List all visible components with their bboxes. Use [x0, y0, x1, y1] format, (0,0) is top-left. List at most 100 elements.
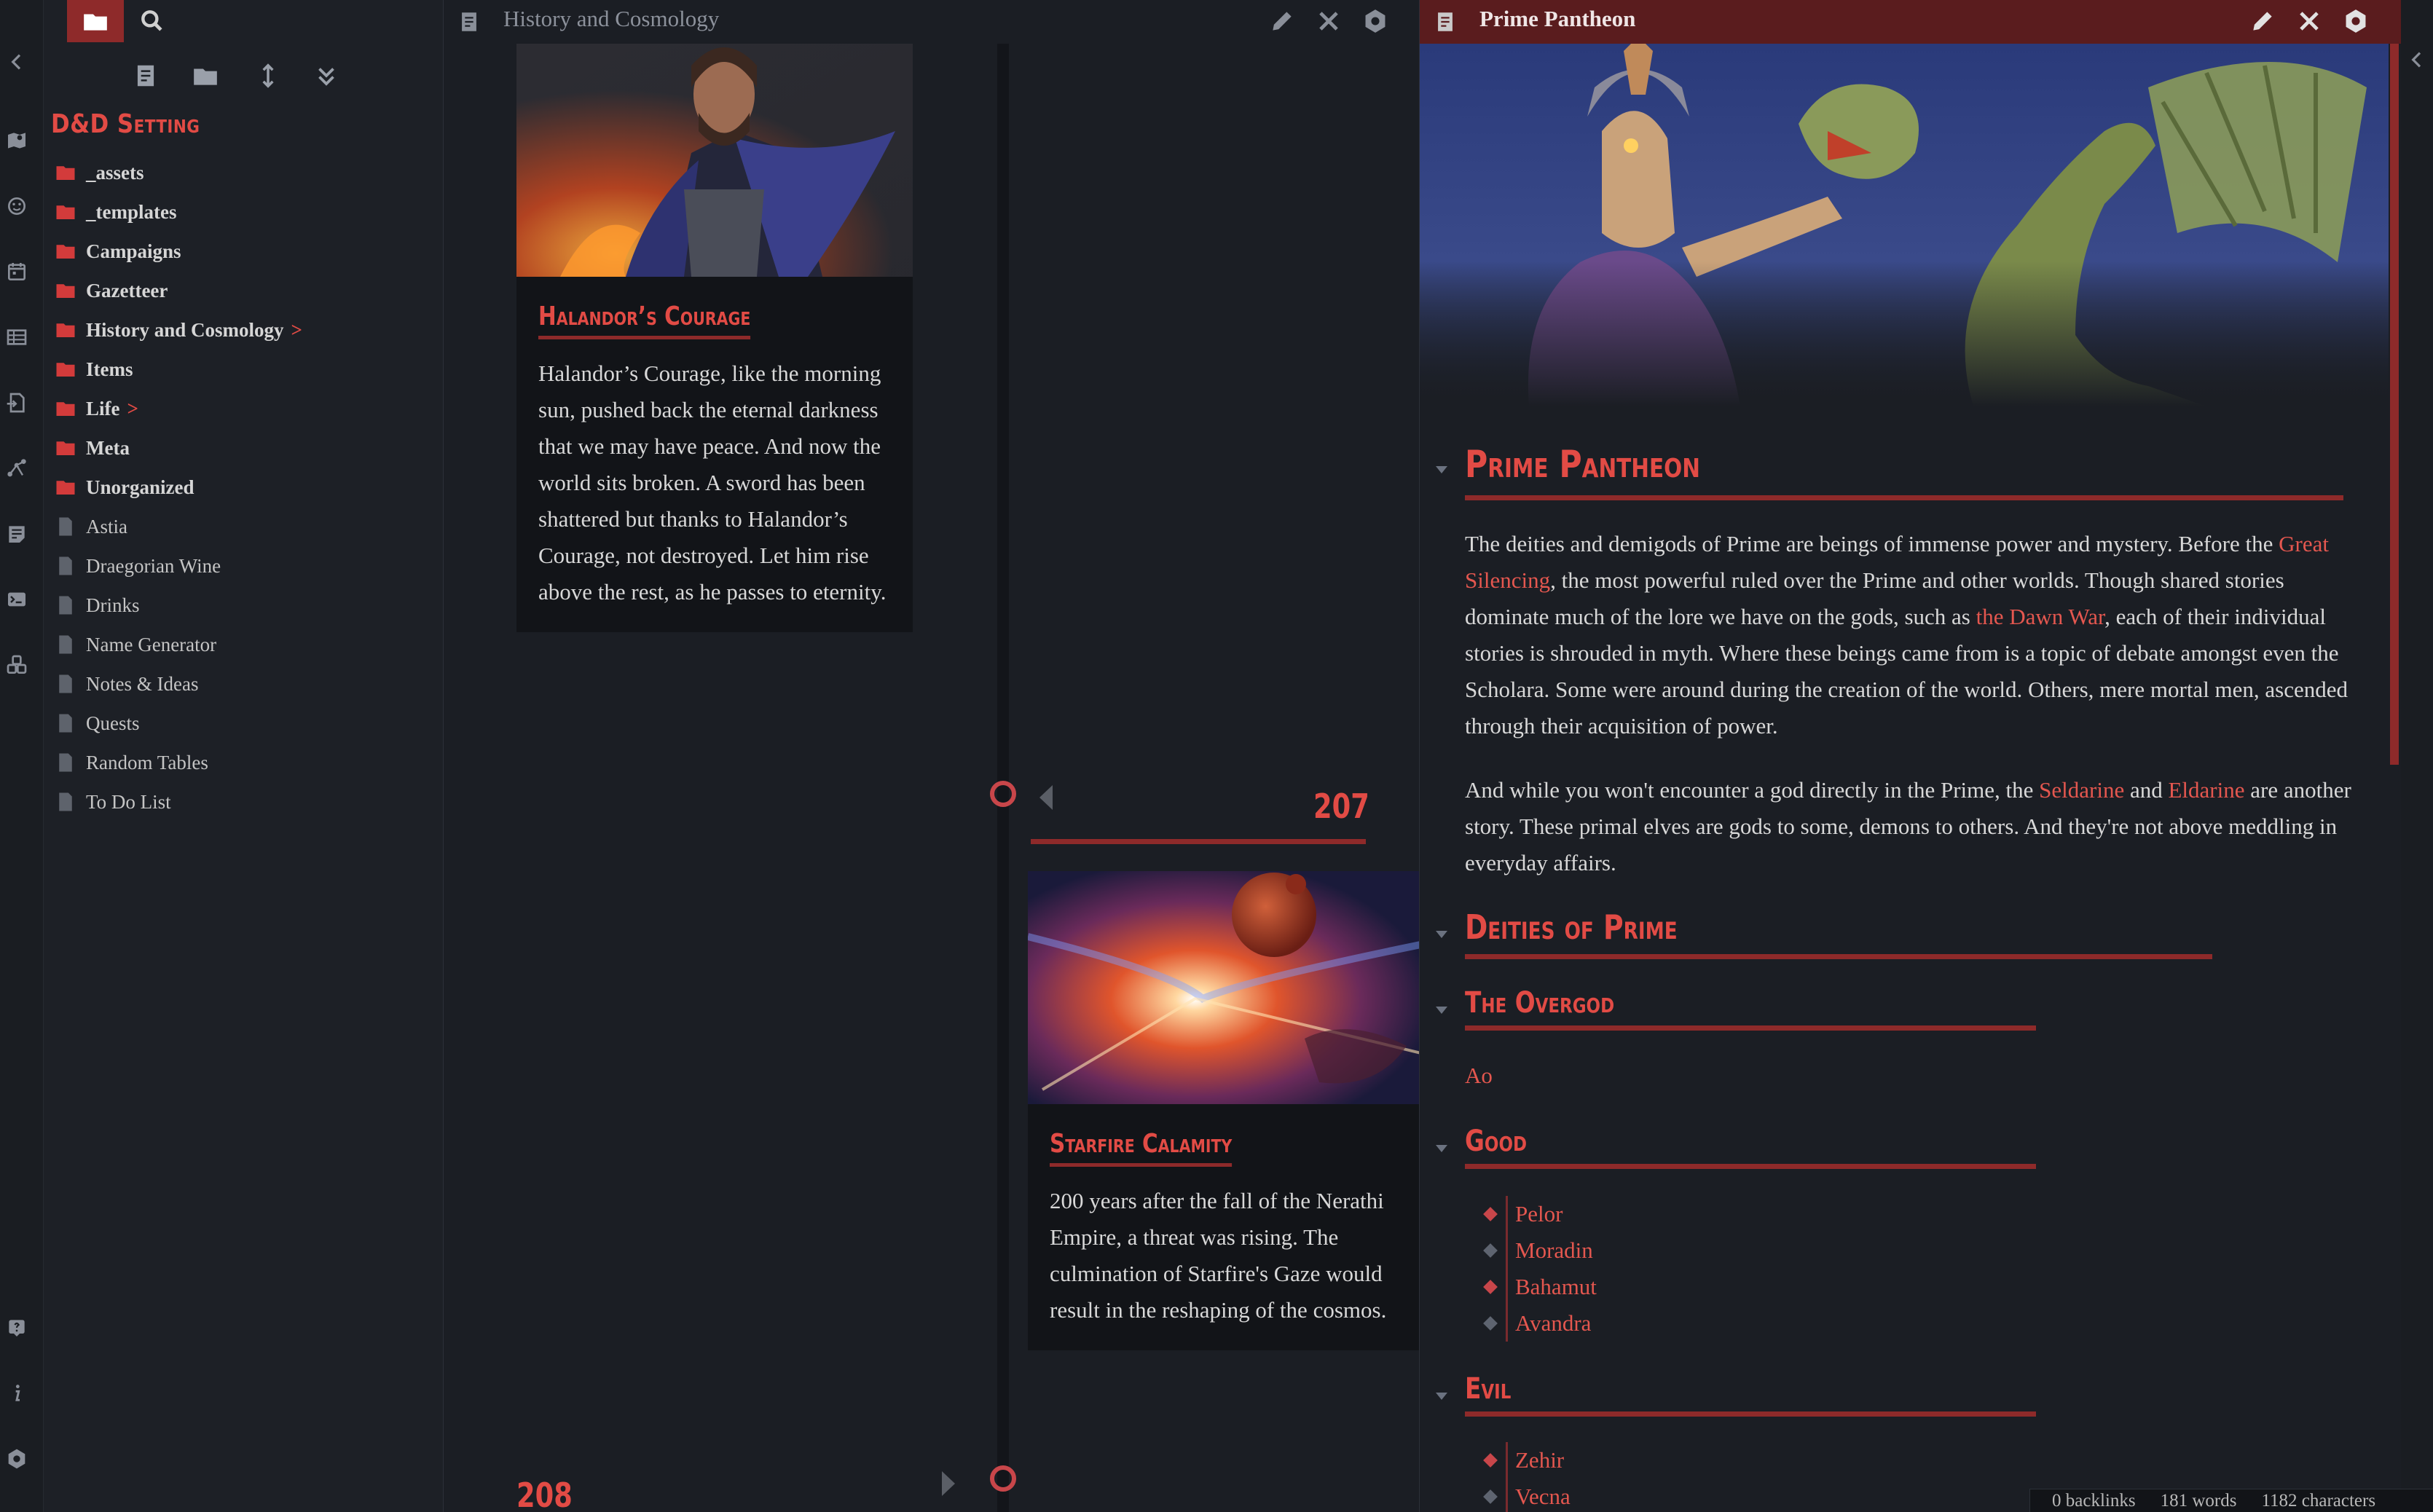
folder-icon [51, 153, 80, 192]
import-icon[interactable] [4, 390, 29, 415]
calendar-icon[interactable] [4, 259, 29, 284]
deity-link[interactable]: Moradin [1515, 1237, 1593, 1264]
fold-toggle[interactable] [1436, 1007, 1447, 1014]
link-dawn-war[interactable]: the Dawn War [1976, 604, 2104, 629]
second-paragraph: And while you won't encounter a god dire… [1465, 772, 2368, 881]
subsection-heading: The Overgod [1465, 986, 1615, 1020]
close-button[interactable] [2292, 4, 2326, 38]
tree-item-label: Notes & Ideas [86, 672, 199, 695]
list-bar [1506, 1305, 1508, 1342]
timeline-card[interactable]: Halandor’s Courage Halandor’s Courage, l… [516, 44, 913, 632]
file-icon [51, 546, 80, 586]
edit-button[interactable] [1265, 4, 1299, 38]
card-image [1028, 871, 1420, 1104]
deity-link[interactable]: Pelor [1515, 1201, 1563, 1227]
deity-link[interactable]: Zehir [1515, 1447, 1564, 1473]
tree-file[interactable]: Random Tables [51, 743, 430, 782]
terminal-icon[interactable] [4, 587, 29, 612]
backlinks-count[interactable]: 0 backlinks [2052, 1491, 2136, 1511]
list-item[interactable]: Moradin [1474, 1232, 1597, 1269]
tree-folder[interactable]: _assets [51, 153, 430, 192]
sort-button[interactable] [252, 60, 284, 92]
card-title: Halandor’s Courage [538, 302, 751, 339]
tree-item-label: Astia [86, 515, 127, 538]
file-icon [51, 586, 80, 625]
fold-toggle[interactable] [1436, 1393, 1447, 1400]
tree-folder[interactable]: Unorganized [51, 468, 430, 507]
link-seldarine[interactable]: Seldarine [2039, 777, 2124, 803]
table-icon[interactable] [4, 325, 29, 350]
tree-item-label: Quests [86, 712, 140, 734]
pane-options-button[interactable] [1359, 4, 1392, 38]
tree-file[interactable]: To Do List [51, 782, 430, 822]
timeline-marker[interactable] [990, 1465, 1016, 1492]
tree-folder[interactable]: Items [51, 350, 430, 389]
tree-file[interactable]: Draegorian Wine [51, 546, 430, 586]
heading-rule [1465, 1164, 2036, 1169]
new-note-button[interactable] [130, 60, 162, 92]
pane-options-button[interactable] [2339, 4, 2373, 38]
settings-icon[interactable] [4, 1446, 29, 1471]
help-icon[interactable] [4, 1315, 29, 1340]
caret-left-icon [1039, 785, 1053, 810]
tree-file[interactable]: Astia [51, 507, 430, 546]
scrollbar-thumb[interactable] [2390, 44, 2399, 765]
folder-icon [51, 350, 80, 389]
timeline-marker[interactable] [990, 781, 1016, 807]
files-tab[interactable] [67, 0, 124, 42]
new-folder-button[interactable] [189, 60, 221, 92]
notes-icon[interactable] [4, 521, 29, 546]
deity-link[interactable]: Vecna [1515, 1484, 1571, 1510]
tree-folder[interactable]: History and Cosmology > [51, 310, 430, 350]
fold-toggle[interactable] [1436, 466, 1447, 473]
document-icon[interactable] [457, 7, 482, 36]
heading-rule [1465, 1411, 2036, 1417]
dice-icon[interactable] [4, 194, 29, 218]
list-bar [1506, 1442, 1508, 1478]
edit-button[interactable] [2246, 4, 2279, 38]
tree-folder[interactable]: _templates [51, 192, 430, 232]
hexagon-gear-icon [2346, 9, 2366, 33]
search-tab[interactable] [124, 0, 181, 42]
deity-link[interactable]: Avandra [1515, 1310, 1591, 1336]
tree-file[interactable]: Notes & Ideas [51, 664, 430, 704]
tree-folder[interactable]: Gazetteer [51, 271, 430, 310]
tree-file[interactable]: Drinks [51, 586, 430, 625]
map-icon[interactable] [4, 128, 29, 153]
card-text: Halandor’s Courage, like the morning sun… [538, 361, 887, 605]
tree-item-label: Life [86, 397, 120, 420]
tree-folder[interactable]: Campaigns [51, 232, 430, 271]
collapse-right-icon[interactable] [2405, 48, 2429, 71]
tree-file[interactable]: Quests [51, 704, 430, 743]
list-item[interactable]: Bahamut [1474, 1269, 1597, 1305]
close-button[interactable] [1312, 4, 1345, 38]
tree-folder[interactable]: Life > [51, 389, 430, 428]
timeline-card[interactable]: Starfire Calamity 200 years after the fa… [1028, 871, 1420, 1350]
list-item[interactable]: Avandra [1474, 1305, 1597, 1342]
graph-icon[interactable] [4, 456, 29, 481]
card-text: 200 years after the fall of the Nerathi … [1050, 1188, 1387, 1323]
expand-arrow[interactable]: > [127, 398, 138, 420]
list-item[interactable]: Vecna [1474, 1478, 1571, 1512]
info-icon[interactable] [4, 1381, 29, 1406]
list-item[interactable]: Pelor [1474, 1196, 1597, 1232]
tree-file[interactable]: Name Generator [51, 625, 430, 664]
vault-name[interactable]: D&D Setting [51, 109, 200, 139]
chevrons-down-icon [318, 68, 334, 86]
tree-item-label: History and Cosmology [86, 318, 284, 341]
new-note-icon [137, 65, 154, 87]
deity-link[interactable]: Bahamut [1515, 1274, 1597, 1300]
document-icon[interactable] [1433, 7, 1458, 36]
dice-set-icon[interactable] [4, 653, 29, 677]
tree-folder[interactable]: Meta [51, 428, 430, 468]
fold-toggle[interactable] [1436, 1145, 1447, 1152]
collapse-all-button[interactable] [310, 60, 342, 92]
link-eldarine[interactable]: Eldarine [2169, 777, 2245, 803]
expand-arrow[interactable]: > [291, 319, 302, 342]
collapse-left-icon[interactable] [4, 50, 29, 74]
list-item[interactable]: Zehir [1474, 1442, 1571, 1478]
diamond-bullet-icon [1483, 1207, 1498, 1221]
diamond-bullet-icon [1483, 1243, 1498, 1258]
fold-toggle[interactable] [1436, 931, 1447, 938]
link-ao[interactable]: Ao [1465, 1058, 2368, 1094]
